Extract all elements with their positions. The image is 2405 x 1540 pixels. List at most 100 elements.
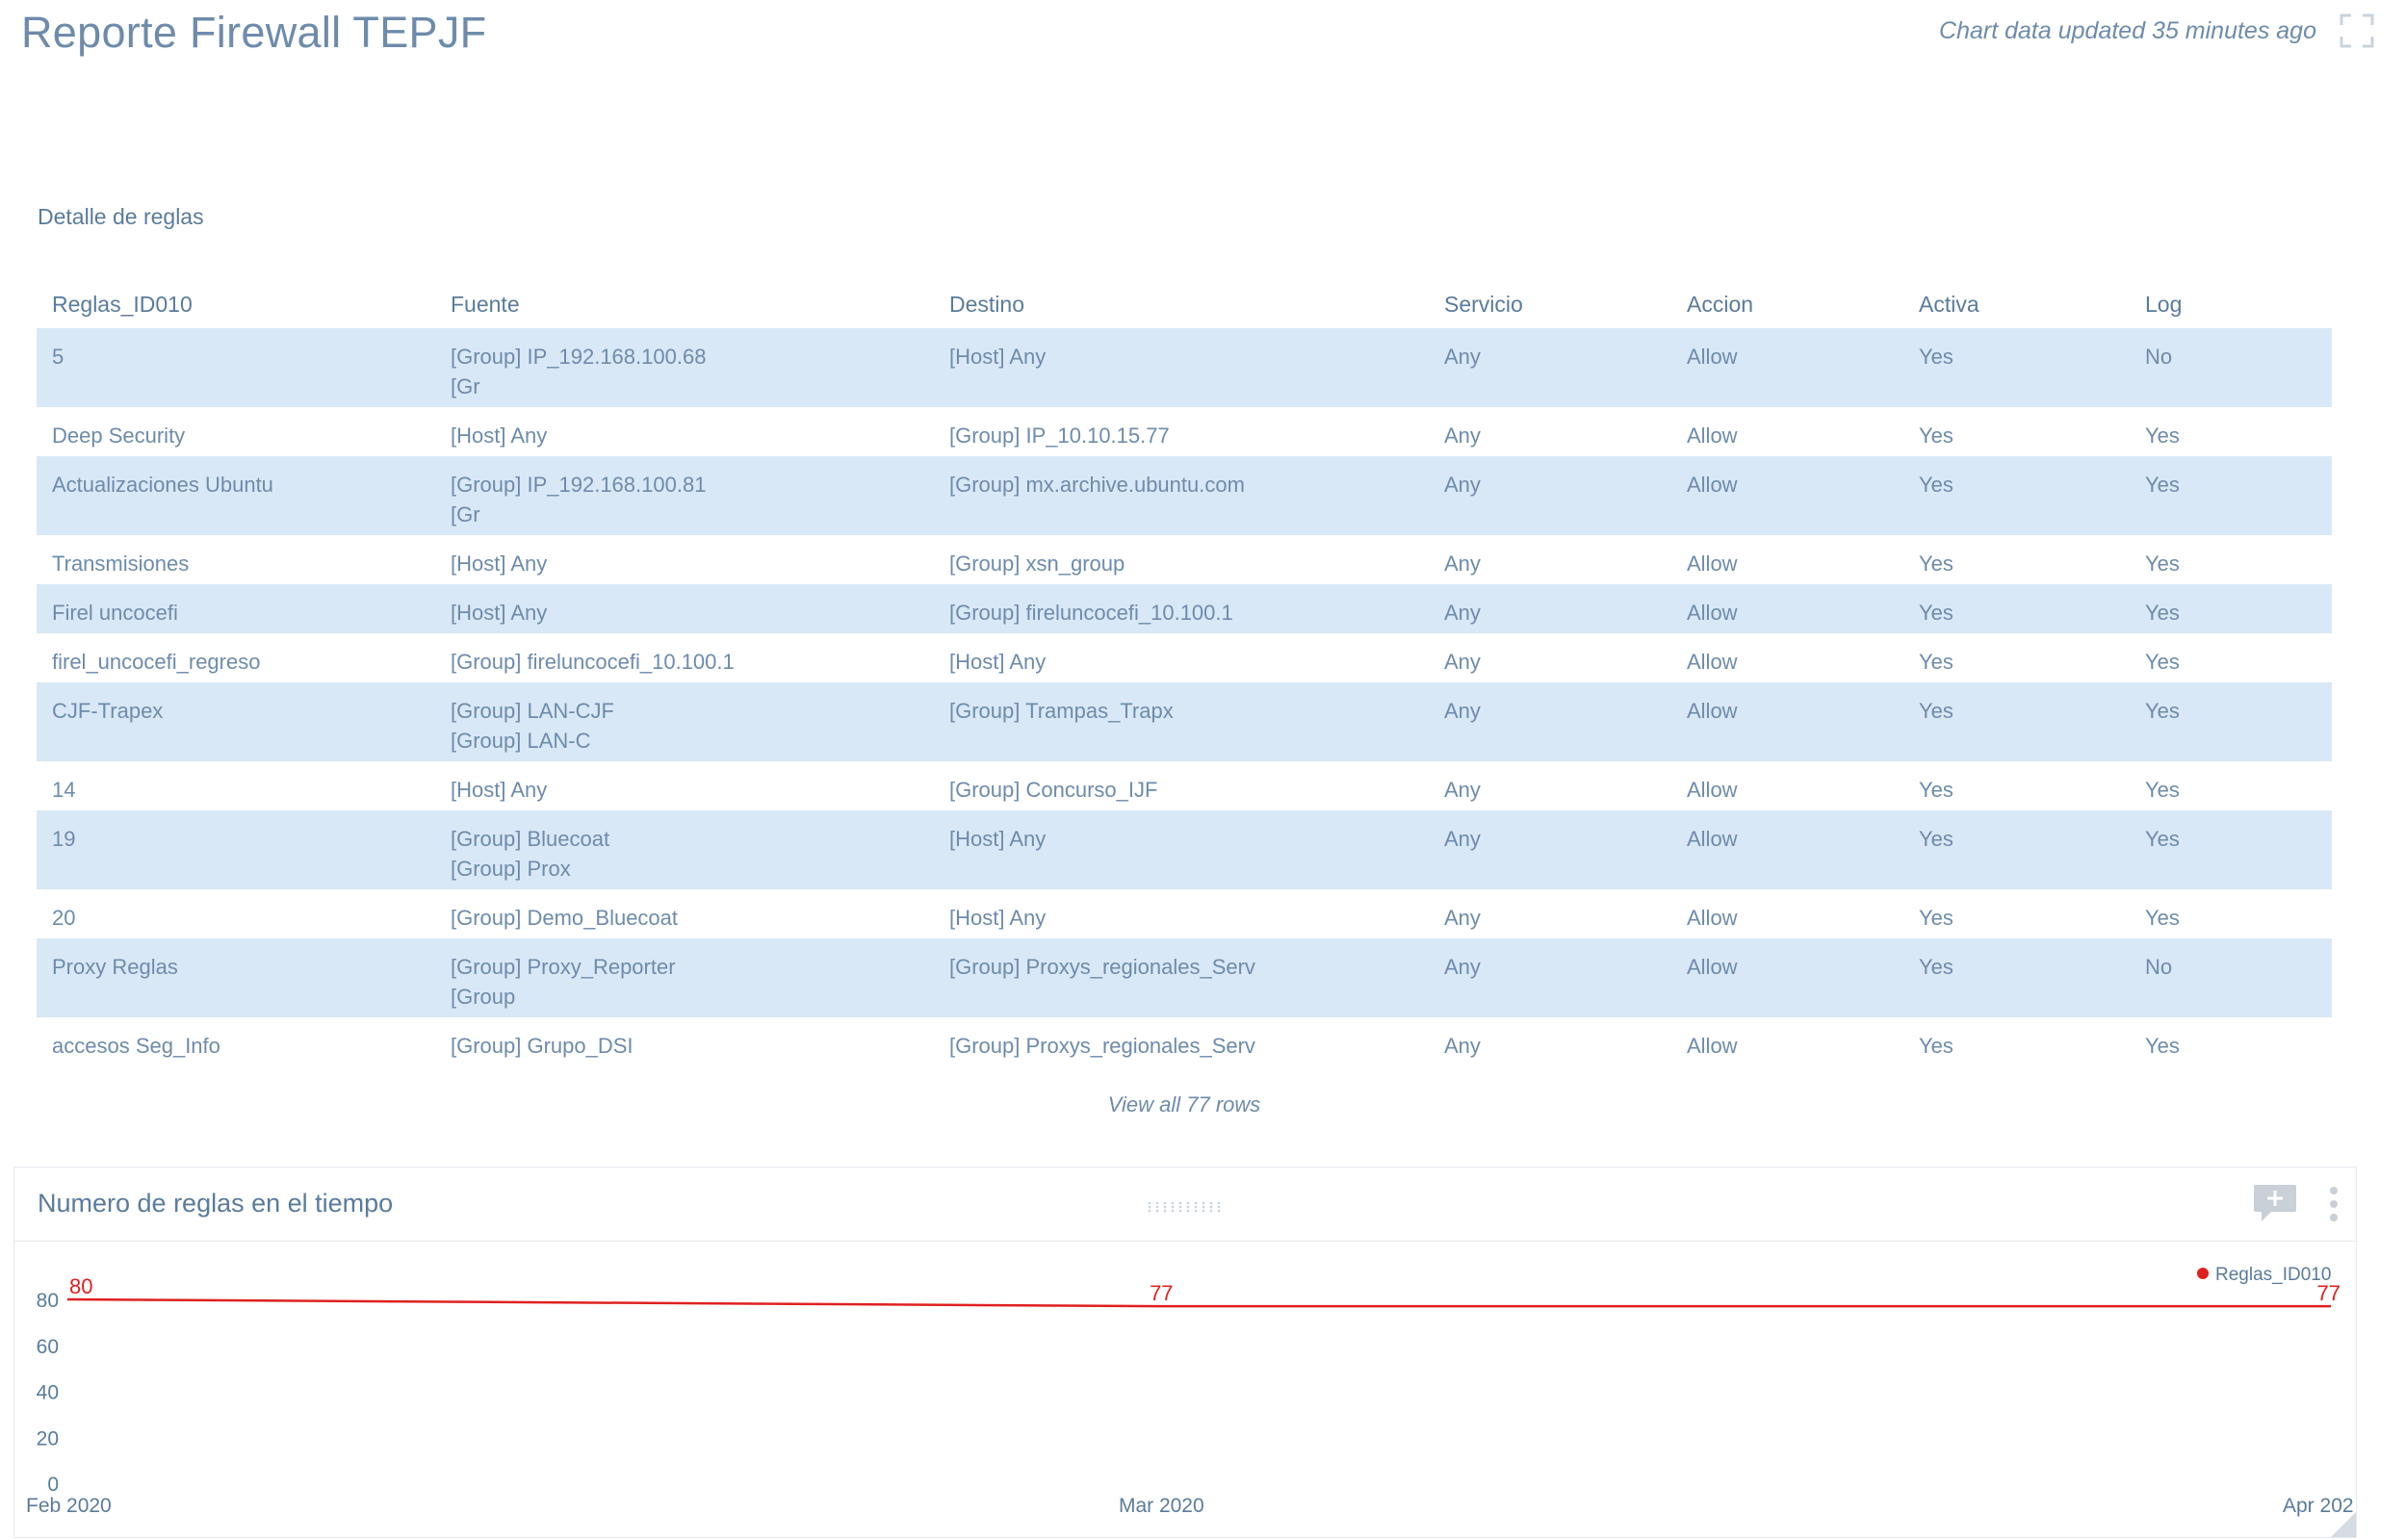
cell-log: Yes: [2145, 1034, 2180, 1058]
cell-destination: [Group] Proxys_regionales_Serv: [949, 1034, 1255, 1058]
cell-destination: [Group] Proxys_regionales_Serv: [934, 938, 1429, 1017]
table-row: accesos Seg_Info [Group] Grupo_DSI [Group]…: [37, 1017, 2332, 1066]
cell-log: No: [2130, 938, 2332, 1017]
cell-rule-id: firel_uncocefi_regreso: [52, 650, 261, 674]
cell-action: Allow: [1687, 650, 1738, 674]
cell-action: Allow: [1671, 328, 1903, 407]
table-row: 14 [Host] Any [Group] Concurso_IJF Any Allow…: [37, 761, 2332, 810]
table-row: Actualizaciones Ubuntu [Group] IP_192.168…: [37, 456, 2332, 535]
cell-log: Yes: [2145, 552, 2180, 576]
x-tick-label: Feb 2020: [26, 1495, 112, 1517]
cell-source: [Host] Any: [451, 552, 548, 576]
cell-service: Any: [1429, 456, 1671, 535]
cell-log: Yes: [2130, 456, 2332, 535]
table-body: 5 [Group] IP_192.168.100.68 [Gr [Host] Any A…: [37, 328, 2332, 1066]
cell-service: Any: [1429, 938, 1671, 1017]
cell-active: Yes: [1903, 810, 2130, 889]
table-header-row: Reglas_ID010 Fuente Destino Servicio Accion A…: [37, 276, 2332, 328]
table-row: 19 [Group] Bluecoat [Group] Prox [Host] Any…: [37, 810, 2332, 889]
y-tick-label: 0: [47, 1474, 59, 1496]
resize-handle-icon[interactable]: [2331, 1512, 2356, 1537]
cell-service: Any: [1429, 682, 1671, 761]
cell-destination: [Group] IP_10.10.15.77: [949, 424, 1170, 448]
table-title: Detalle de reglas: [38, 204, 204, 229]
cell-action: Allow: [1687, 1034, 1738, 1058]
column-header-active[interactable]: Activa: [1903, 276, 2130, 328]
line-chart: 020406080Feb 2020 Mar 2020 Apr 20280 77 77Re…: [26, 1265, 2354, 1517]
cell-source: [Group] Bluecoat [Group] Prox: [435, 810, 934, 889]
data-label: 80: [69, 1274, 92, 1298]
cell-active: Yes: [1903, 938, 2130, 1017]
legend-label: Reglas_ID010: [2215, 1265, 2331, 1285]
column-header-log[interactable]: Log: [2130, 276, 2332, 328]
table-row: Firel uncocefi [Host] Any [Group] firelunc…: [37, 584, 2332, 633]
cell-source: [Group] LAN-CJF [Group] LAN-C: [435, 682, 934, 761]
cell-service: Any: [1429, 810, 1671, 889]
cell-rule-id: 14: [52, 778, 76, 802]
column-header-source[interactable]: Fuente: [435, 276, 934, 328]
cell-active: Yes: [1903, 682, 2130, 761]
cell-source: [Group] Grupo_DSI: [451, 1034, 634, 1058]
cell-action: Allow: [1671, 584, 1903, 633]
cell-log: Yes: [2130, 682, 2332, 761]
cell-service: Any: [1444, 906, 1481, 930]
cell-destination: [Group] fireluncocefi_10.100.1: [934, 584, 1429, 633]
rules-table: Reglas_ID010 Fuente Destino Servicio Accion A…: [37, 276, 2332, 1066]
cell-rule-id: Transmisiones: [52, 552, 190, 576]
cell-rule-id: Actualizaciones Ubuntu: [37, 456, 435, 535]
cell-action: Allow: [1687, 778, 1738, 802]
cell-log: Yes: [2145, 424, 2180, 448]
cell-active: Yes: [1919, 778, 1953, 802]
cell-active: Yes: [1919, 1034, 1953, 1058]
dashboard-header: Reporte Firewall TEPJF Chart data update…: [0, 0, 2405, 79]
cell-log: Yes: [2130, 584, 2332, 633]
cell-destination: [Host] Any: [934, 328, 1429, 407]
cell-log: No: [2130, 328, 2332, 407]
cell-source: [Group] Proxy_Reporter [Group: [435, 938, 934, 1017]
cell-destination: [Group] xsn_group: [949, 552, 1125, 576]
cell-active: Yes: [1903, 584, 2130, 633]
table-row: 5 [Group] IP_192.168.100.68 [Gr [Host] Any A…: [37, 328, 2332, 407]
cell-active: Yes: [1903, 328, 2130, 407]
table-row: 20 [Group] Demo_Bluecoat [Host] Any Any Allo…: [37, 889, 2332, 938]
column-header-service[interactable]: Servicio: [1429, 276, 1671, 328]
cell-log: Yes: [2130, 810, 2332, 889]
cell-action: Allow: [1671, 682, 1903, 761]
cell-log: Yes: [2145, 650, 2180, 674]
column-header-action[interactable]: Accion: [1671, 276, 1903, 328]
cell-rule-id: 5: [37, 328, 435, 407]
cell-action: Allow: [1687, 906, 1738, 930]
cell-log: Yes: [2145, 906, 2180, 930]
cell-action: Allow: [1687, 424, 1738, 448]
cell-action: Allow: [1671, 938, 1903, 1017]
cell-rule-id: 20: [52, 906, 76, 930]
cell-rule-id: Firel uncocefi: [37, 584, 435, 633]
table-row: Deep Security [Host] Any [Group] IP_10.10.…: [37, 407, 2332, 456]
data-updated-status: Chart data updated 35 minutes ago: [1939, 17, 2316, 44]
column-header-destination[interactable]: Destino: [934, 276, 1429, 328]
cell-destination: [Host] Any: [949, 650, 1047, 674]
cell-action: Allow: [1671, 810, 1903, 889]
cell-destination: [Host] Any: [934, 810, 1429, 889]
cell-service: Any: [1429, 584, 1671, 633]
cell-rule-id: Proxy Reglas: [37, 938, 435, 1017]
cell-service: Any: [1429, 328, 1671, 407]
cell-source: [Host] Any: [451, 778, 548, 802]
view-all-rows-link[interactable]: View all 77 rows: [0, 1092, 2368, 1117]
cell-active: Yes: [1919, 650, 1953, 674]
y-tick-label: 80: [37, 1290, 59, 1312]
cell-rule-id: Deep Security: [52, 424, 186, 448]
y-tick-label: 40: [37, 1382, 59, 1404]
cell-source: [Group] IP_192.168.100.81 [Gr: [435, 456, 934, 535]
fullscreen-icon[interactable]: [2340, 13, 2374, 48]
cell-source: [Group] Demo_Bluecoat: [451, 906, 679, 930]
cell-rule-id: 19: [37, 810, 435, 889]
cell-active: Yes: [1903, 456, 2130, 535]
column-header-rule-id[interactable]: Reglas_ID010: [37, 276, 435, 328]
chart-panel: Numero de reglas en el tiempo 0 20 40 60 80 F…: [13, 1167, 2357, 1538]
table-row: CJF-Trapex [Group] LAN-CJF [Group] LAN-C [G…: [37, 682, 2332, 761]
cell-active: Yes: [1919, 424, 1953, 448]
table-row: Proxy Reglas [Group] Proxy_Reporter [Group…: [37, 938, 2332, 1017]
cell-rule-id: accesos Seg_Info: [52, 1034, 220, 1058]
cell-service: Any: [1444, 650, 1481, 674]
